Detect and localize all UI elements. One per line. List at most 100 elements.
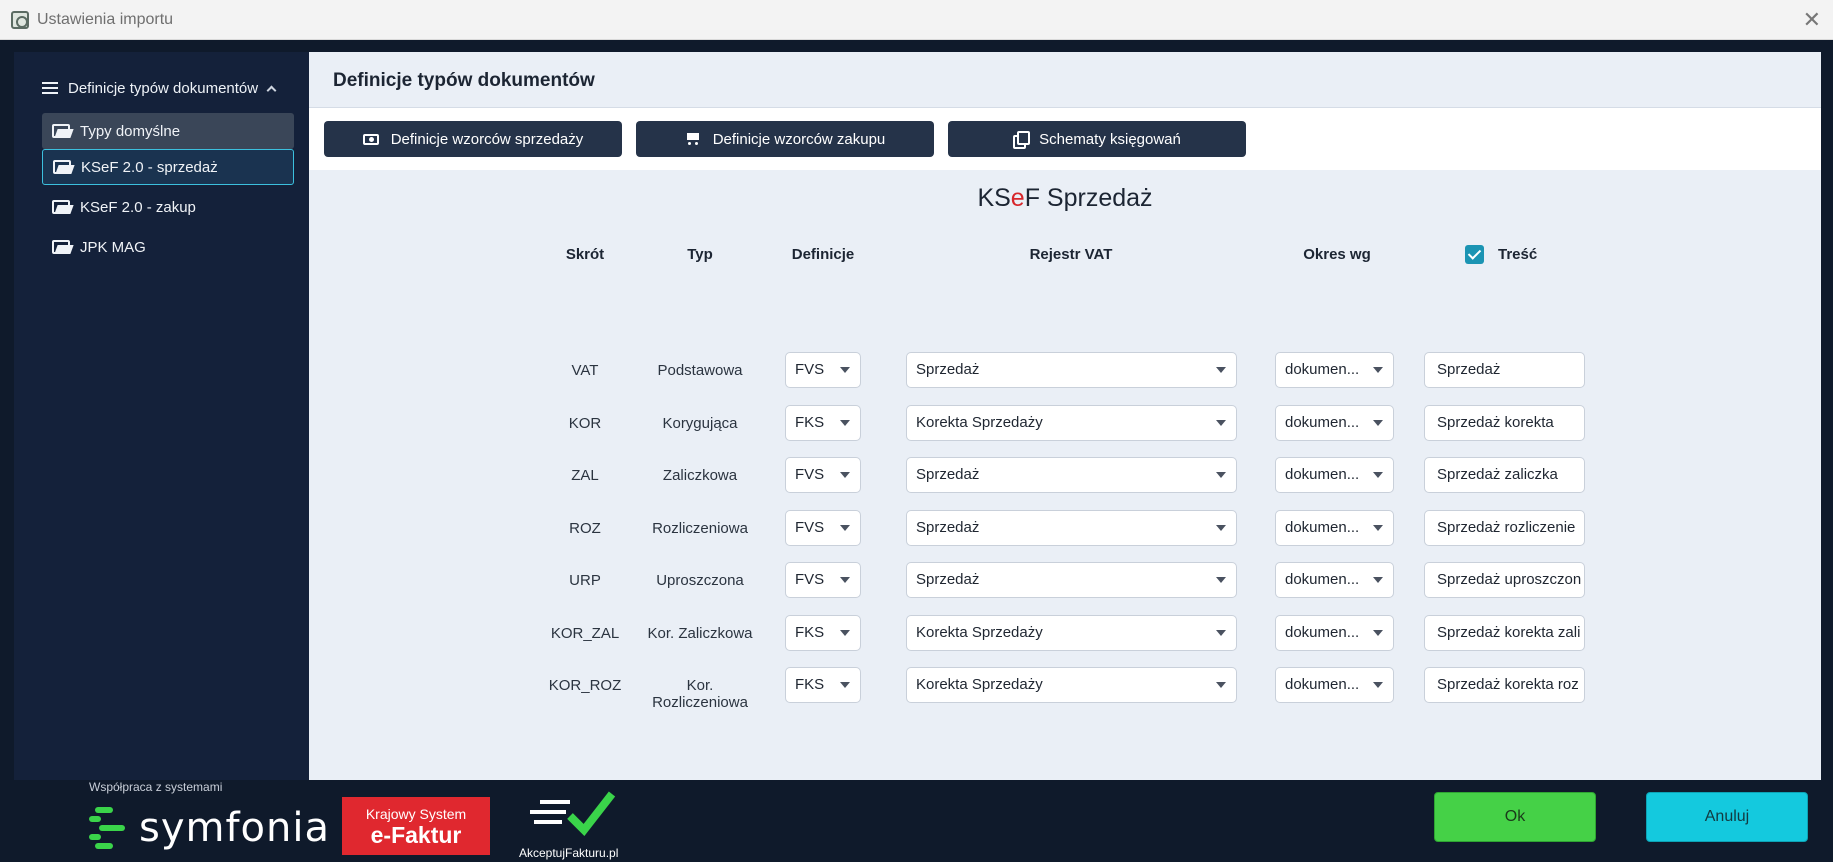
definicje-select[interactable]: FKS <box>785 667 861 703</box>
cart-icon <box>685 132 701 146</box>
select-value: FVS <box>795 518 825 536</box>
button-label: Schematy księgowań <box>1039 130 1181 148</box>
definicje-select[interactable]: FVS <box>785 562 861 598</box>
tresc-input[interactable]: Sprzedaż rozliczenie <box>1424 509 1585 546</box>
caret-down-icon <box>1216 472 1226 478</box>
rejestr-vat-select[interactable]: Korekta Sprzedaży <box>906 667 1237 703</box>
okres-select[interactable]: dokumen... <box>1275 562 1394 598</box>
definicje-select[interactable]: FVS <box>785 509 861 546</box>
cell-typ: Korygująca <box>662 414 738 432</box>
select-value: Sprzedaż <box>916 518 980 536</box>
section-title: KSeF Sprzedaż <box>309 184 1821 213</box>
caret-down-icon <box>1373 577 1383 583</box>
caret-down-icon <box>1373 629 1383 636</box>
column-header-tresc: Treść <box>1498 246 1538 263</box>
select-value: dokumen... <box>1285 466 1360 483</box>
cell-typ: Zaliczkowa <box>662 467 738 484</box>
purchase-templates-button[interactable]: Definicje wzorców zakupu <box>636 121 934 157</box>
select-value: Korekta Sprzedaży <box>916 623 1043 641</box>
column-header-skrot: Skrót <box>565 246 605 263</box>
akceptuj-fakturu-logo: AkceptujFakturu.pl <box>516 788 628 862</box>
cell-typ: Podstawowa <box>657 362 743 379</box>
sidebar-item-ksef-zakup[interactable]: KSeF 2.0 - zakup <box>42 189 294 225</box>
okres-select[interactable]: dokumen... <box>1275 667 1394 703</box>
sidebar-item-ksef-sprzedaz[interactable]: KSeF 2.0 - sprzedaż <box>42 149 294 185</box>
select-value: dokumen... <box>1285 676 1360 693</box>
cell-skrot: KOR_ZAL <box>550 624 620 642</box>
definicje-select[interactable]: FKS <box>785 404 861 441</box>
sidebar-group-header[interactable]: Definicje typów dokumentów <box>42 76 292 100</box>
definicje-select[interactable]: FVS <box>785 352 861 388</box>
footer: Współpraca z systemami symfonia Krajowy … <box>0 780 1833 862</box>
cancel-button[interactable]: Anuluj <box>1646 792 1808 842</box>
sidebar-item-label: KSeF 2.0 - sprzedaż <box>81 158 218 176</box>
window-frame-left <box>0 40 14 780</box>
caret-down-icon <box>1216 419 1226 426</box>
tresc-checkbox[interactable] <box>1465 245 1484 264</box>
app-icon <box>11 11 29 29</box>
ok-button[interactable]: Ok <box>1434 792 1596 842</box>
caret-down-icon <box>840 577 850 583</box>
tresc-input[interactable]: Sprzedaż korekta roz <box>1424 667 1585 703</box>
okres-select[interactable]: dokumen... <box>1275 404 1394 441</box>
sidebar: Definicje typów dokumentów Typy domyślne… <box>14 52 309 780</box>
okres-select[interactable]: dokumen... <box>1275 352 1394 388</box>
symfonia-logo-text: symfonia <box>139 805 331 851</box>
okres-select[interactable]: dokumen... <box>1275 509 1394 546</box>
page-title: Definicje typów dokumentów <box>333 70 595 91</box>
definicje-select[interactable]: FKS <box>785 614 861 651</box>
folder-open-icon <box>53 159 75 175</box>
caret-down-icon <box>1216 367 1226 373</box>
caret-down-icon <box>840 419 850 426</box>
sidebar-item-jpk-mag[interactable]: JPK MAG <box>42 229 294 265</box>
caret-down-icon <box>1373 524 1383 531</box>
caret-down-icon <box>1216 577 1226 583</box>
money-icon <box>362 133 379 145</box>
table-row: URP Uproszczona FVS Sprzedaż dokumen... Sprze… <box>309 560 1821 600</box>
folder-open-icon <box>52 123 74 139</box>
main-panel: Definicje typów dokumentów Definicje wzo… <box>309 52 1821 780</box>
sidebar-item-label: KSeF 2.0 - zakup <box>80 198 196 216</box>
tresc-input[interactable]: Sprzedaż zaliczka <box>1424 457 1585 493</box>
sidebar-item-typy-domyslne[interactable]: Typy domyślne <box>42 113 294 149</box>
cell-typ: Kor. Rozliczeniowa <box>652 677 748 711</box>
definicje-select[interactable]: FVS <box>785 457 861 493</box>
select-value: dokumen... <box>1285 518 1360 536</box>
rejestr-vat-select[interactable]: Sprzedaż <box>906 352 1237 388</box>
select-value: FKS <box>795 676 825 693</box>
copy-icon <box>1013 131 1031 149</box>
list-icon <box>42 81 58 95</box>
select-value: Korekta Sprzedaży <box>916 413 1043 431</box>
tresc-input[interactable]: Sprzedaż korekta <box>1424 404 1585 441</box>
rejestr-vat-select[interactable]: Korekta Sprzedaży <box>906 404 1237 441</box>
sales-templates-button[interactable]: Definicje wzorców sprzedaży <box>324 121 622 157</box>
caret-down-icon <box>1373 419 1383 426</box>
caret-down-icon <box>840 472 850 478</box>
table-row: KOR_ROZ Kor. Rozliczeniowa FKS Korekta Sprz… <box>309 665 1821 711</box>
okres-select[interactable]: dokumen... <box>1275 614 1394 651</box>
ksef-logo-line1: Krajowy System <box>365 806 467 822</box>
section-title-part: F Sprzedaż <box>1024 184 1153 212</box>
tresc-input[interactable]: Sprzedaż <box>1424 352 1585 388</box>
close-icon[interactable]: ✕ <box>1803 6 1821 34</box>
caret-down-icon <box>840 524 850 531</box>
okres-select[interactable]: dokumen... <box>1275 457 1394 493</box>
select-value: Sprzedaż <box>916 466 980 483</box>
cell-typ: Uproszczona <box>656 572 744 589</box>
select-value: FVS <box>795 571 825 588</box>
column-header-okres: Okres wg <box>1303 246 1371 263</box>
tresc-input[interactable]: Sprzedaż uproszczon <box>1424 562 1585 598</box>
select-value: dokumen... <box>1285 623 1360 641</box>
section-title-accent: e <box>1010 184 1025 212</box>
column-header-definicje: Definicje <box>791 246 855 263</box>
cooperation-label: Współpraca z systemami <box>89 780 223 794</box>
rejestr-vat-select[interactable]: Sprzedaż <box>906 509 1237 546</box>
cell-skrot: ZAL <box>571 467 599 484</box>
posting-schemes-button[interactable]: Schematy księgowań <box>948 121 1246 157</box>
rejestr-vat-select[interactable]: Sprzedaż <box>906 457 1237 493</box>
rejestr-vat-select[interactable]: Korekta Sprzedaży <box>906 614 1237 651</box>
main-header: Definicje typów dokumentów <box>309 52 1821 108</box>
tresc-input[interactable]: Sprzedaż korekta zali <box>1424 614 1585 651</box>
rejestr-vat-select[interactable]: Sprzedaż <box>906 562 1237 598</box>
sidebar-item-label: Typy domyślne <box>80 122 181 140</box>
